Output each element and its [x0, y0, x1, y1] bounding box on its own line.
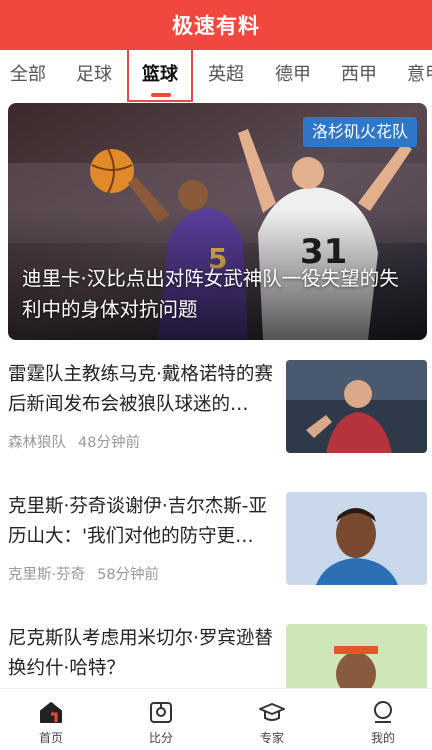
news-thumbnail — [286, 360, 427, 453]
nav-home-label: 首页 — [38, 731, 63, 745]
hero-headline: 迪里卡·汉比点出对阵女武神队一役失望的失利中的身体对抗问题 — [22, 267, 399, 321]
news-time: 58分钟前 — [97, 567, 160, 583]
active-tab-indicator — [151, 93, 171, 97]
news-meta: 森林狼队 48分钟前 — [8, 431, 140, 452]
tab-all[interactable]: 全部 — [10, 62, 46, 88]
news-meta: 克里斯·芬奇 58分钟前 — [8, 563, 159, 584]
app-header: 极速有料 — [0, 0, 432, 50]
tab-football[interactable]: 足球 — [76, 62, 112, 88]
nav-expert-label: 专家 — [259, 731, 284, 745]
news-time: 48分钟前 — [78, 435, 140, 451]
nav-score-label: 比分 — [148, 731, 173, 745]
hero-card[interactable]: 5 31 洛杉矶火花队 迪里卡·汉比点出对阵女武神队一役失望的失利中的身体对抗问… — [8, 103, 427, 340]
tab-serie-a[interactable]: 意甲 — [407, 62, 432, 88]
news-item[interactable]: 尼克斯队考虑用米切尔·罗宾逊替换约什·哈特？ — [0, 624, 432, 688]
nav-profile-label: 我的 — [370, 731, 395, 745]
news-source: 克里斯·芬奇 — [8, 567, 86, 583]
tab-la-liga[interactable]: 西甲 — [341, 62, 377, 88]
hero-team-tag[interactable]: 洛杉矶火花队 — [302, 117, 417, 147]
tab-premier-league[interactable]: 英超 — [208, 62, 244, 88]
nav-profile[interactable]: 我的 — [343, 689, 423, 750]
app-title: 极速有料 — [172, 14, 260, 38]
bottom-nav: 首页 比分 专家 我的 — [0, 688, 432, 750]
nav-home[interactable]: 首页 — [11, 689, 91, 750]
news-thumbnail — [286, 492, 427, 585]
home-icon — [40, 702, 62, 723]
profile-icon — [374, 701, 392, 723]
nav-score[interactable]: 比分 — [121, 689, 201, 750]
news-title: 雷霆队主教练马克·戴格诺特的赛后新闻发布会被狼队球迷的… — [8, 364, 273, 415]
expert-icon — [259, 703, 285, 721]
news-item[interactable]: 雷霆队主教练马克·戴格诺特的赛后新闻发布会被狼队球迷的… 森林狼队 48分钟前 — [0, 360, 432, 460]
news-thumbnail — [286, 624, 427, 688]
tab-bundesliga[interactable]: 德甲 — [275, 62, 311, 88]
news-item[interactable]: 克里斯·芬奇谈谢伊·吉尔杰斯-亚历山大：'我们对他的防守更… 克里斯·芬奇 58分… — [0, 492, 432, 592]
news-source: 森林狼队 — [8, 435, 66, 451]
news-title: 克里斯·芬奇谈谢伊·吉尔杰斯-亚历山大：'我们对他的防守更… — [8, 496, 267, 547]
score-icon — [150, 702, 172, 723]
news-title: 尼克斯队考虑用米切尔·罗宾逊替换约什·哈特？ — [8, 628, 273, 679]
nav-expert[interactable]: 专家 — [232, 689, 312, 750]
category-tabs: 全部 足球 篮球 英超 德甲 西甲 意甲 — [0, 50, 432, 100]
